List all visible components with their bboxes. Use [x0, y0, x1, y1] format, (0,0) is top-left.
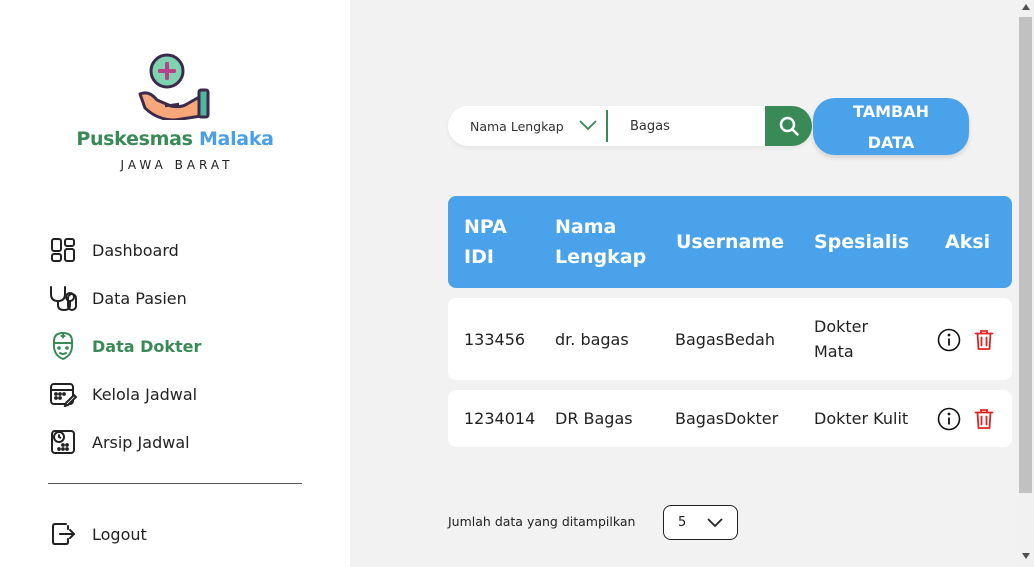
- stethoscope-icon: [48, 283, 78, 313]
- sidebar-item-label: Kelola Jadwal: [92, 384, 198, 404]
- page-size-select[interactable]: 5: [663, 505, 738, 540]
- row-actions: [937, 328, 994, 352]
- page-size-label: Jumlah data yang ditampilkan: [448, 514, 636, 529]
- cell-username: BagasBedah: [675, 329, 775, 349]
- table-row: 133456 dr. bagas BagasBedah Dokter Mata: [448, 298, 1012, 380]
- header-npa-idi: NPA IDI: [464, 196, 507, 288]
- logout-label: Logout: [92, 524, 147, 544]
- header-npa-line1: NPA: [464, 216, 507, 238]
- search-bar: Nama Lengkap: [448, 106, 812, 146]
- search-icon: [779, 116, 799, 136]
- trash-icon: [974, 409, 994, 429]
- page-scrollbar[interactable]: [1017, 0, 1034, 567]
- chevron-down-icon: [579, 120, 597, 131]
- add-data-label-line2: DATA: [867, 132, 915, 152]
- header-nama-line2: Lengkap: [555, 246, 647, 268]
- cell-spesialis: Dokter Mata: [814, 298, 868, 380]
- page-size-value: 5: [678, 515, 687, 530]
- table-row: 1234014 DR Bagas BagasDokter Dokter Kuli…: [448, 390, 1012, 447]
- info-button[interactable]: [937, 407, 961, 431]
- header-username: Username: [676, 231, 785, 253]
- table-header: NPA IDI Nama Lengkap Username Spesialis …: [448, 196, 1012, 288]
- sidebar-item-arsip-jadwal[interactable]: Arsip Jadwal: [48, 418, 201, 466]
- search-separator: [606, 110, 608, 142]
- brand-name-part2: Malaka: [198, 128, 274, 150]
- header-spesialis: Spesialis: [814, 231, 910, 253]
- sidebar-item-kelola-jadwal[interactable]: Kelola Jadwal: [48, 370, 201, 418]
- sidebar-item-dashboard[interactable]: Dashboard: [48, 226, 201, 274]
- scrollbar-thumb[interactable]: [1019, 17, 1032, 493]
- sidebar-item-label: Arsip Jadwal: [92, 432, 190, 452]
- hand-medical-cross-logo-icon: [138, 53, 210, 120]
- brand-name-part1: Puskesmas: [76, 128, 193, 150]
- trash-icon: [974, 330, 994, 350]
- sidebar-item-data-pasien[interactable]: Data Pasien: [48, 274, 201, 322]
- header-aksi: Aksi: [945, 231, 991, 253]
- logout-icon: [48, 519, 78, 549]
- cell-nama: dr. bagas: [555, 329, 629, 349]
- filter-field-select[interactable]: Nama Lengkap: [448, 106, 608, 146]
- header-npa-line2: IDI: [464, 246, 494, 268]
- cell-npa: 1234014: [464, 409, 536, 428]
- cell-spesialis-line2: Mata: [814, 342, 854, 361]
- search-input[interactable]: [618, 106, 764, 146]
- brand-region: JAWA BARAT: [120, 158, 234, 172]
- calendar-edit-icon: [48, 379, 78, 409]
- filter-field-value: Nama Lengkap: [470, 118, 564, 134]
- cell-spesialis: Dokter Kulit: [814, 409, 909, 428]
- dashboard-grid-icon: [48, 235, 78, 265]
- info-button[interactable]: [937, 328, 961, 352]
- header-nama-line1: Nama: [555, 216, 617, 238]
- scroll-down-arrow-icon[interactable]: [1017, 553, 1034, 563]
- add-data-button[interactable]: TAMBAH DATA: [813, 98, 969, 155]
- sidebar-item-label: Data Dokter: [92, 336, 202, 356]
- add-data-label-line1: TAMBAH: [853, 101, 929, 121]
- cell-spesialis-line1: Dokter: [814, 317, 869, 336]
- cell-npa: 133456: [464, 329, 526, 349]
- cell-nama: DR Bagas: [555, 409, 633, 428]
- cell-username: BagasDokter: [675, 409, 779, 428]
- info-icon: [937, 328, 961, 352]
- sidebar-nav: Dashboard Data Pasien Data Dokter Kelola…: [48, 226, 201, 466]
- calendar-clock-icon: [48, 427, 78, 457]
- sidebar: Puskesmas Malaka JAWA BARAT Dashboard Da…: [0, 0, 350, 567]
- brand-logo: Puskesmas Malaka JAWA BARAT: [0, 50, 350, 172]
- info-icon: [937, 407, 961, 431]
- logout-button[interactable]: Logout: [48, 510, 147, 558]
- brand-name: Puskesmas Malaka: [0, 128, 350, 150]
- sidebar-item-label: Data Pasien: [92, 288, 187, 308]
- sidebar-item-data-dokter[interactable]: Data Dokter: [48, 322, 201, 370]
- sidebar-divider: [48, 483, 302, 484]
- delete-button[interactable]: [974, 329, 994, 351]
- chevron-down-icon: [707, 518, 723, 528]
- row-actions: [937, 407, 994, 431]
- header-nama-lengkap: Nama Lengkap: [555, 196, 646, 288]
- sidebar-item-label: Dashboard: [92, 240, 179, 260]
- scroll-up-arrow-icon[interactable]: [1017, 4, 1034, 14]
- doctor-icon: [48, 331, 78, 361]
- search-button[interactable]: [765, 106, 812, 146]
- delete-button[interactable]: [974, 408, 994, 430]
